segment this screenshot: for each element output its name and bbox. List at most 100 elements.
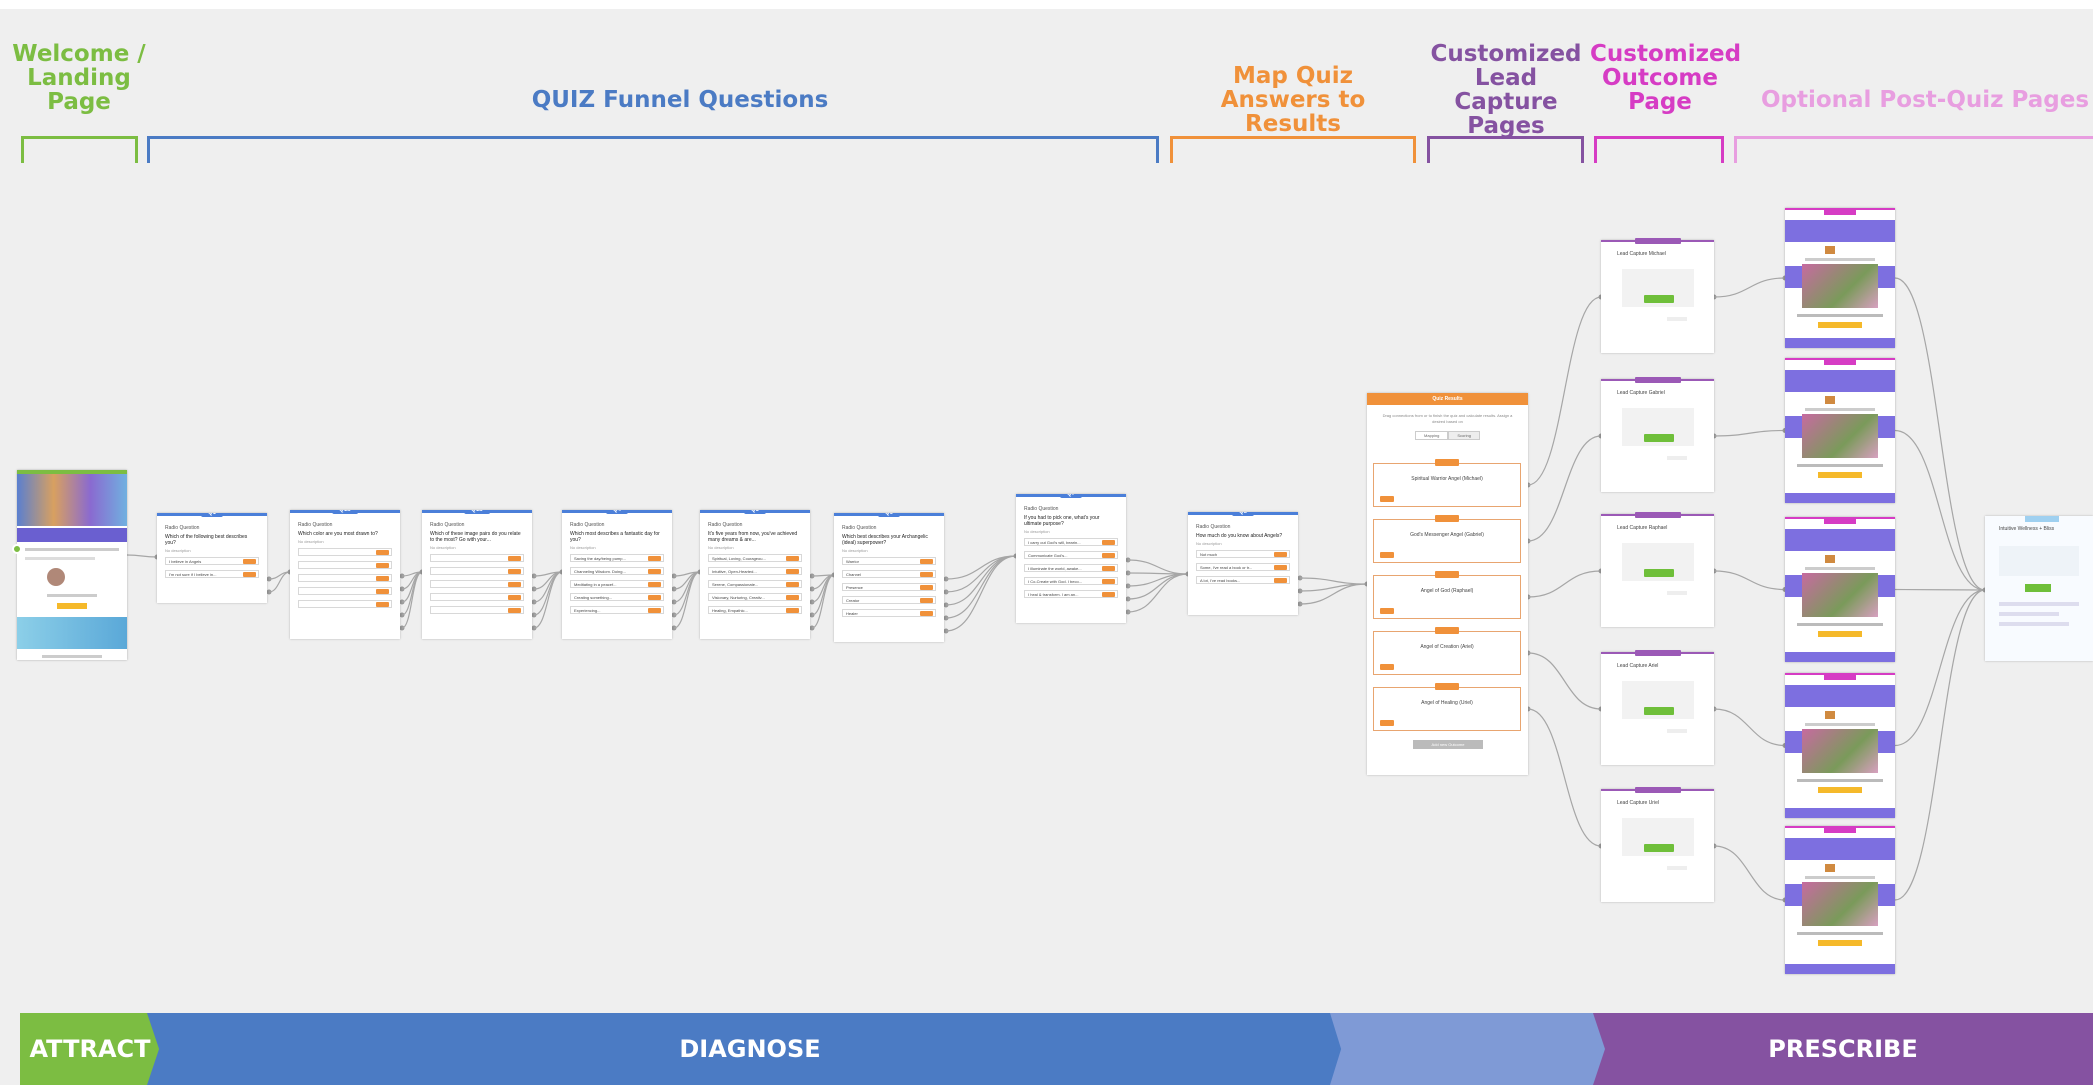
lead-capture-button[interactable] <box>1643 569 1674 577</box>
answer-option[interactable]: Presence <box>842 583 936 591</box>
outcome-banner <box>1785 529 1895 551</box>
answer-score-pill <box>1102 553 1115 558</box>
connection-line <box>1713 429 1786 437</box>
outcome-page[interactable] <box>1785 358 1895 503</box>
answer-option[interactable] <box>430 554 524 562</box>
answer-option[interactable]: A lot, I've read books... <box>1196 576 1290 584</box>
lead-capture-button[interactable] <box>1643 844 1674 852</box>
answer-option[interactable]: Experiencing... <box>570 606 664 614</box>
answer-option[interactable]: Spiritual, Loving, Courageou... <box>708 554 802 562</box>
question-card[interactable]: Q7 Radio Question If you had to pick one, … <box>1016 494 1126 623</box>
answer-score-pill <box>376 563 389 568</box>
add-outcome-button[interactable]: Add new Outcome <box>1413 740 1483 749</box>
answer-option[interactable] <box>298 548 392 556</box>
lead-capture-page[interactable]: Lead Capture Gabriel <box>1601 377 1714 492</box>
question-card[interactable]: Q4 Radio Question Which most describes a f… <box>562 510 672 639</box>
lead-capture-button[interactable] <box>1643 434 1674 442</box>
outcome-page[interactable] <box>1785 826 1895 974</box>
lead-capture-name: Lead Capture Ariel <box>1617 663 1659 669</box>
question-type: Radio Question <box>165 525 200 531</box>
answer-option[interactable]: Healing, Empathic... <box>708 606 802 614</box>
landing-page-thumbnail[interactable] <box>12 470 127 660</box>
answer-option[interactable]: I carry out God's will, bearin... <box>1024 538 1118 546</box>
answer-option[interactable] <box>298 561 392 569</box>
lead-capture-button[interactable] <box>1643 295 1674 303</box>
answer-option[interactable]: I'm not sure if I believe in... <box>165 570 259 578</box>
answer-option[interactable]: Healer <box>842 609 936 617</box>
connection-line <box>401 571 423 616</box>
answer-option[interactable] <box>430 567 524 575</box>
outcome-page[interactable] <box>1785 208 1895 348</box>
tab-scoring[interactable]: Scoring <box>1448 431 1480 440</box>
lead-capture-button[interactable] <box>1643 707 1674 715</box>
question-desc: No description <box>708 545 734 550</box>
question-tag: Q1b <box>464 510 490 514</box>
answer-option[interactable] <box>298 587 392 595</box>
outcome-cta-button[interactable] <box>1818 787 1862 793</box>
post-quiz-button[interactable] <box>2025 584 2051 592</box>
answer-option[interactable]: Creator <box>842 596 936 604</box>
answer-option[interactable]: Serene, Compassionate... <box>708 580 802 588</box>
answer-option[interactable] <box>298 600 392 608</box>
answer-option[interactable]: Some, I've read a book or tr... <box>1196 563 1290 571</box>
answer-option[interactable] <box>430 580 524 588</box>
outcome-cta-button[interactable] <box>1818 631 1862 637</box>
answer-option[interactable]: Not much <box>1196 550 1290 558</box>
post-quiz-tag <box>2025 516 2059 522</box>
answer-option[interactable]: I heal & transform. I am an... <box>1024 590 1118 598</box>
outcome-page[interactable] <box>1785 517 1895 662</box>
lead-capture-page[interactable]: Lead Capture Raphael <box>1601 512 1714 627</box>
answer-option[interactable]: Channeling Wisdom. Doing... <box>570 567 664 575</box>
question-card[interactable]: Q1b Radio Question Which of these image pa… <box>422 510 532 639</box>
outcome-cta-button[interactable] <box>1818 940 1862 946</box>
answer-option[interactable]: Channel <box>842 570 936 578</box>
answer-option[interactable]: Communicate God's... <box>1024 551 1118 559</box>
question-card[interactable]: Q1 Radio Question Which of the following b… <box>157 513 267 603</box>
connection-line <box>533 571 563 616</box>
lead-capture-page[interactable]: Lead Capture Michael <box>1601 238 1714 353</box>
result-item[interactable]: Spiritual Warrior Angel (Michael) <box>1373 459 1521 507</box>
answer-option[interactable]: I illuminate the world, awake... <box>1024 564 1118 572</box>
question-card[interactable]: Q6 Radio Question Which best describes you… <box>834 513 944 642</box>
connection-line <box>1527 435 1602 542</box>
lead-capture-page[interactable]: Lead Capture Uriel <box>1601 787 1714 902</box>
question-type: Radio Question <box>708 522 743 528</box>
outcome-avatar <box>1825 864 1835 872</box>
stage-prescribe: PRESCRIBE <box>1593 1013 2093 1085</box>
lead-capture-page[interactable]: Lead Capture Ariel <box>1601 650 1714 765</box>
answer-option[interactable]: Intuitive, Open-Hearted... <box>708 567 802 575</box>
answer-option[interactable]: Warrior <box>842 557 936 565</box>
connection-line <box>1127 573 1189 600</box>
answer-option[interactable]: Visionary, Nurturing, Creativ... <box>708 593 802 601</box>
tab-mapping[interactable]: Mapping <box>1415 431 1449 440</box>
result-item[interactable]: Angel of Creation (Ariel) <box>1373 627 1521 675</box>
answer-option[interactable] <box>298 574 392 582</box>
answer-score-pill <box>786 556 799 561</box>
result-item[interactable]: God's Messenger Angel (Gabriel) <box>1373 515 1521 563</box>
connection-line <box>1527 652 1602 710</box>
outcome-page[interactable] <box>1785 673 1895 818</box>
lead-capture-name: Lead Capture Uriel <box>1617 800 1659 806</box>
connection-line <box>1527 570 1602 598</box>
outcome-cta-button[interactable] <box>1818 472 1862 478</box>
outcome-cta-button[interactable] <box>1818 322 1862 328</box>
answer-option[interactable] <box>430 593 524 601</box>
post-quiz-page[interactable]: Intuitive Wellness + Bliss <box>1985 516 2093 661</box>
result-item[interactable]: Angel of God (Raphael) <box>1373 571 1521 619</box>
answer-option[interactable]: Meditating in a peacef... <box>570 580 664 588</box>
result-item[interactable]: Angel of Healing (Uriel) <box>1373 683 1521 731</box>
answer-option[interactable] <box>430 606 524 614</box>
answer-score-pill <box>1102 579 1115 584</box>
answer-option[interactable]: I Co-Create with God. I beco... <box>1024 577 1118 585</box>
question-card[interactable]: Q1b Radio Question Which color are you mos… <box>290 510 400 639</box>
answer-option[interactable]: Saving the day/being pump... <box>570 554 664 562</box>
answer-option[interactable]: I believe in Angels <box>165 557 259 565</box>
map-results-panel[interactable]: Quiz Results Drag connections from or to… <box>1367 393 1528 775</box>
answer-option[interactable]: Creating something... <box>570 593 664 601</box>
lead-capture-name: Lead Capture Raphael <box>1617 525 1668 531</box>
connection-line <box>1894 589 1986 747</box>
question-card[interactable]: Q5 Radio Question It's five years from now… <box>700 510 810 639</box>
stage-arrow-row: ATTRACT DIAGNOSE PRESCRIBE <box>0 1013 2093 1085</box>
question-card[interactable]: Q8 Radio Question How much do you know abo… <box>1188 512 1298 615</box>
result-tag <box>1435 571 1459 578</box>
